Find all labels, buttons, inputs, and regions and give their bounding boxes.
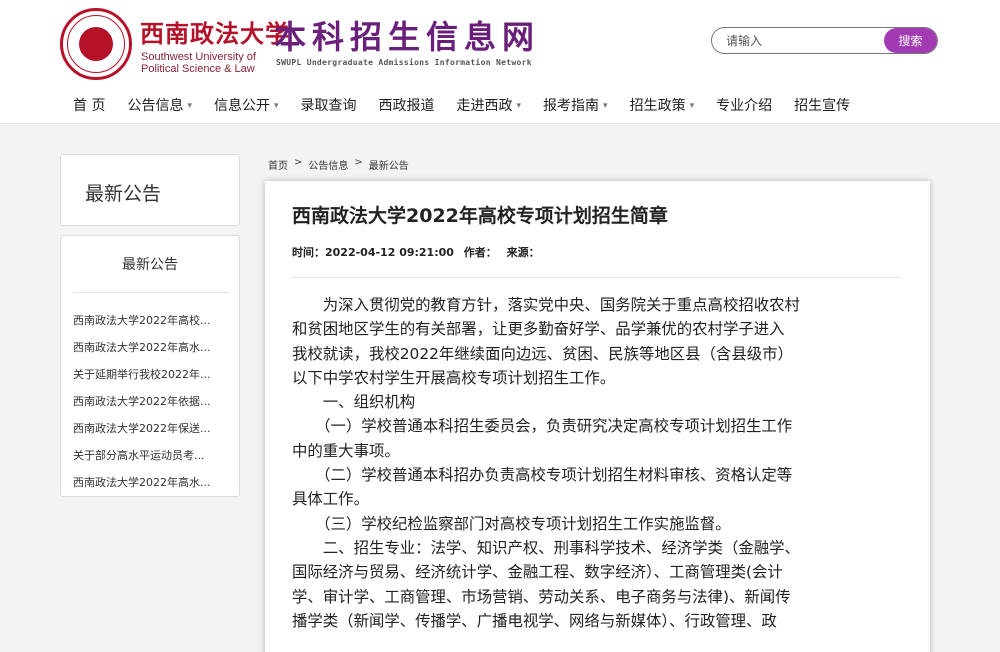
sidebar-link[interactable]: 西南政法大学2022年保送... (73, 415, 229, 442)
nav-item-label: 录取查询 (300, 98, 357, 114)
chevron-down-icon: ▾ (516, 101, 522, 111)
chevron-down-icon: ▾ (603, 101, 608, 111)
article-source: 来源： (506, 246, 540, 259)
sidebar-title-box: 最新公告 (60, 154, 240, 226)
nav-item-label: 西政报道 (378, 98, 435, 114)
nav-item-admission-query[interactable]: 录取查询 (290, 92, 368, 120)
sidebar-list: 西南政法大学2022年高校... 西南政法大学2022年高水... 关于延期举行… (73, 307, 233, 496)
nav-item-news[interactable]: 西政报道 (368, 92, 446, 120)
article-line: 中的重大事项。 (292, 441, 400, 460)
article-panel: 西南政法大学2022年高校专项计划招生简章 时间：2022-04-12 09:2… (265, 181, 930, 652)
breadcrumb: 首页 > 公告信息 > 最新公告 (268, 157, 409, 172)
chevron-down-icon: ▾ (689, 101, 695, 111)
sidebar-link[interactable]: 关于部分高水平运动员考... (73, 442, 229, 469)
article-time: 时间：2022-04-12 09:21:00 (292, 246, 454, 259)
sidebar-list-heading: 最新公告 (122, 257, 178, 273)
sidebar-list-box: 最新公告 西南政法大学2022年高校... 西南政法大学2022年高水... 关… (60, 235, 240, 497)
breadcrumb-separator: > (354, 157, 363, 168)
article-body: 为深入贯彻党的教育方针，落实党中央、国务院关于重点高校招收农村 和贫困地区学生的… (292, 293, 900, 633)
site-subtitle: SWUPL Undergraduate Admissions Informati… (276, 58, 532, 67)
chevron-down-icon: ▾ (273, 101, 279, 111)
nav-item-majors[interactable]: 专业介绍 (705, 92, 783, 120)
nav-item-label: 走进西政 (456, 98, 513, 114)
university-name-cn: 西南政法大学 (140, 19, 290, 48)
divider (73, 292, 229, 293)
breadcrumb-home[interactable]: 首页 (268, 157, 288, 172)
sidebar-link[interactable]: 西南政法大学2022年高水... (73, 469, 229, 496)
nav-item-announcements[interactable]: 公告信息 ▾ (116, 92, 203, 120)
university-seal-logo[interactable] (60, 8, 132, 80)
article-line: 播学类（新闻学、传播学、广播电视学、网络与新媒体）、行政管理、政 (292, 611, 777, 630)
site-header: 西南政法大学 Southwest University of Political… (0, 0, 1000, 124)
article-line: 为深入贯彻党的教育方针，落实党中央、国务院关于重点高校招收农村 (292, 296, 800, 314)
article-meta: 时间：2022-04-12 09:21:00 作者： 来源： (292, 244, 546, 260)
sidebar-title: 最新公告 (85, 183, 162, 205)
article-line: 二、招生专业：法学、知识产权、刑事科学技术、经济学类（金融学、 (292, 538, 800, 557)
article-line: （一）学校普通本科招生委员会，负责研究决定高校专项计划招生工作 (292, 417, 793, 436)
article-line: 和贫困地区学生的有关部署，让更多勤奋好学、品学兼优的农村学子进入 (292, 320, 785, 339)
article-title: 西南政法大学2022年高校专项计划招生简章 (292, 205, 668, 227)
sidebar-link[interactable]: 西南政法大学2022年依据... (73, 388, 229, 415)
article-line: 学、审计学、工商管理、市场营销、劳动关系、电子商务与法律)、新闻传 (292, 587, 791, 606)
nav-item-label: 招生宣传 (794, 98, 851, 114)
article-line: 一、组织机构 (292, 393, 416, 412)
nav-item-label: 报考指南 (543, 98, 600, 114)
nav-item-promotion[interactable]: 招生宣传 (783, 92, 861, 120)
nav-item-label: 首 页 (73, 98, 106, 114)
article-line: 以下中学农村学生开展高校专项计划招生工作。 (292, 368, 616, 387)
university-name-en-line2: Political Science & Law (141, 63, 255, 75)
seal-inner-ring (67, 15, 125, 73)
nav-item-guide[interactable]: 报考指南 ▾ (532, 92, 619, 120)
article-line: （二）学校普通本科招办负责高校专项计划招生材料审核、资格认定等 (292, 466, 793, 485)
nav-item-about[interactable]: 走进西政 ▾ (446, 92, 533, 120)
nav-item-label: 招生政策 (629, 98, 686, 114)
university-name-en-line1: Southwest University of (141, 51, 256, 63)
nav-item-label: 信息公开 (213, 98, 270, 114)
breadcrumb-separator: > (294, 157, 303, 168)
breadcrumb-latest[interactable]: 最新公告 (369, 157, 409, 172)
sidebar-link[interactable]: 西南政法大学2022年高校... (73, 307, 229, 334)
chevron-down-icon: ▾ (187, 101, 192, 111)
sidebar-link[interactable]: 西南政法大学2022年高水... (73, 334, 229, 361)
search-button[interactable]: 搜索 (884, 28, 937, 53)
nav-item-home[interactable]: 首 页 (62, 92, 116, 120)
seal-core-emblem (79, 27, 113, 61)
nav-item-label: 专业介绍 (716, 98, 773, 114)
article-line: （三）学校纪检监察部门对高校专项计划招生工作实施监督。 (292, 514, 731, 533)
article-line: 具体工作。 (292, 490, 369, 509)
article-line: 国际经济与贸易、经济统计学、金融工程、数字经济）、工商管理类(会计 (292, 563, 783, 582)
divider (292, 277, 900, 278)
search-box: 搜索 (711, 27, 938, 54)
nav-item-policy[interactable]: 招生政策 ▾ (619, 92, 706, 120)
nav-item-disclosure[interactable]: 信息公开 ▾ (203, 92, 290, 120)
article-line: 我校就读，我校2022年继续面向边远、贫困、民族等地区县（含县级市） (292, 344, 793, 363)
main-nav: 首 页 公告信息 ▾ 信息公开 ▾ 录取查询 西政报道 走进西政 ▾ 报考指南 ▾ 招生… (62, 92, 861, 120)
site-title: 本科招生信息网 (274, 18, 541, 56)
university-name-en: Southwest University of Political Scienc… (141, 51, 256, 75)
article-author: 作者： (463, 246, 497, 259)
nav-item-label: 公告信息 (127, 98, 184, 114)
sidebar-link[interactable]: 关于延期举行我校2022年... (73, 361, 229, 388)
breadcrumb-announcements[interactable]: 公告信息 (308, 157, 348, 172)
search-input[interactable] (726, 32, 876, 50)
